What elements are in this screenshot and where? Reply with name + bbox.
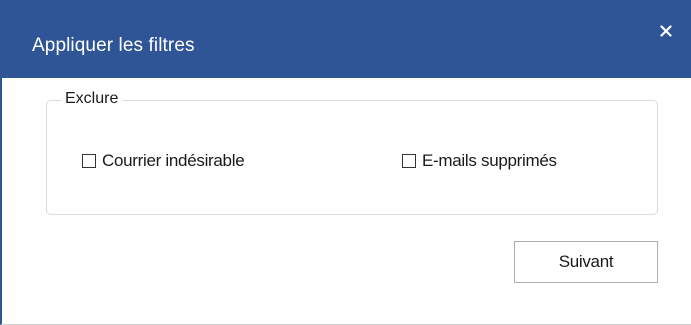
deleted-emails-label: E-mails supprimés — [422, 151, 557, 170]
deleted-emails-checkbox[interactable] — [402, 154, 416, 168]
dialog-content: Exclure Courrier indésirable E-mails sup… — [2, 78, 691, 324]
exclude-group-legend: Exclure — [61, 90, 123, 108]
junk-mail-option[interactable]: Courrier indésirable — [82, 151, 245, 171]
close-icon — [660, 25, 672, 37]
apply-filters-dialog: Appliquer les filtres Exclure Courrier i… — [0, 0, 691, 325]
junk-mail-label: Courrier indésirable — [102, 151, 245, 170]
deleted-emails-option[interactable]: E-mails supprimés — [402, 151, 557, 171]
junk-mail-checkbox[interactable] — [82, 154, 96, 168]
close-button[interactable] — [653, 18, 679, 44]
exclude-groupbox: Exclure Courrier indésirable E-mails sup… — [46, 90, 658, 215]
next-button[interactable]: Suivant — [514, 241, 658, 283]
dialog-title: Appliquer les filtres — [32, 35, 195, 56]
dialog-titlebar: Appliquer les filtres — [2, 0, 691, 78]
